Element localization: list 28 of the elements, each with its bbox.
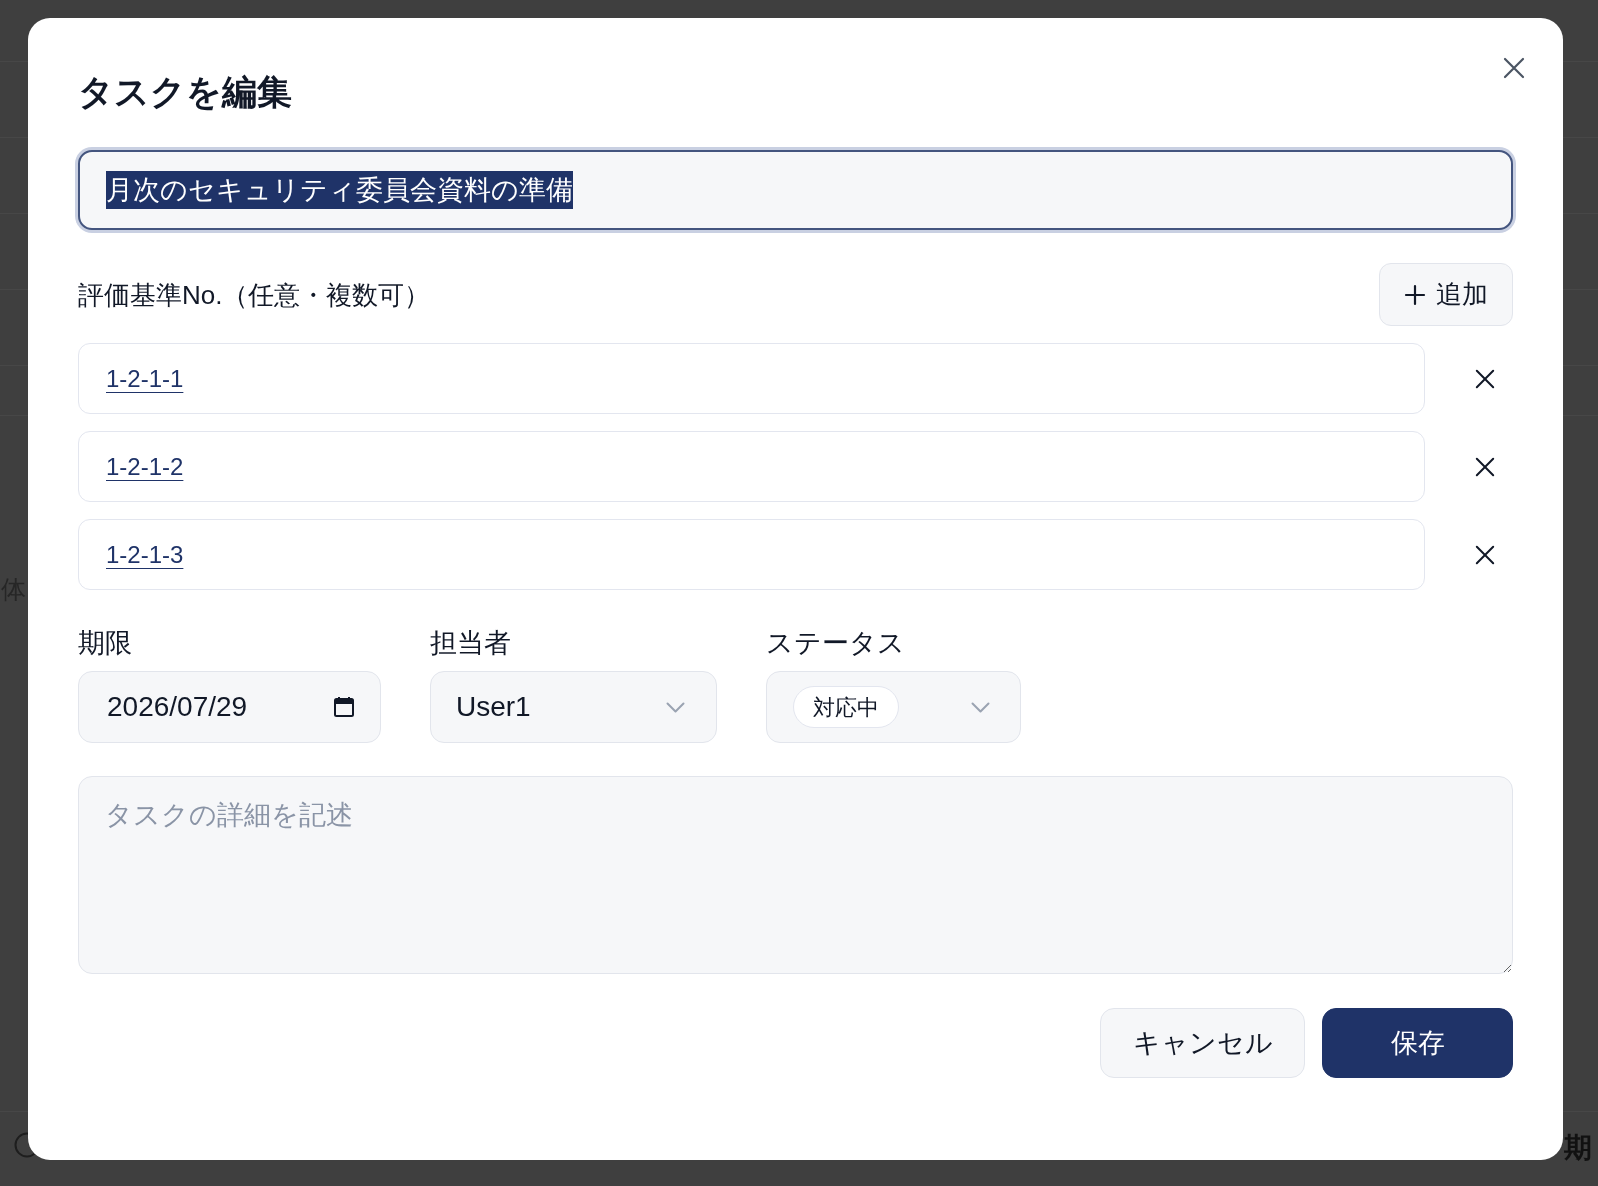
cancel-button[interactable]: キャンセル <box>1100 1008 1305 1078</box>
plus-icon <box>1404 283 1426 306</box>
dialog-title: タスクを編集 <box>78 71 292 113</box>
status-pill: 対応中 <box>793 686 899 728</box>
field-label: 期限 <box>78 627 132 660</box>
criterion-link[interactable]: 1-2-1-3 <box>106 536 184 573</box>
close-icon <box>1503 57 1525 79</box>
add-button[interactable]: 追加 <box>1379 263 1513 326</box>
calendar-icon[interactable] <box>332 695 356 719</box>
criterion-field[interactable]: 1-2-1-3 <box>78 519 1425 590</box>
date-field[interactable]: 2026/07/29 <box>78 671 381 743</box>
title-input[interactable]: 月次のセキュリティ委員会資料の準備 <box>78 150 1513 230</box>
field-label: 評価基準No.（任意・複数可） <box>78 278 431 312</box>
field-label: 担当者 <box>430 627 511 660</box>
criterion-field[interactable]: 1-2-1-2 <box>78 431 1425 502</box>
chevron-down-icon <box>971 701 990 713</box>
status-select[interactable]: 対応中 <box>766 671 1021 743</box>
close-icon <box>1475 456 1495 477</box>
close-icon <box>1475 368 1495 389</box>
criterion-link[interactable]: 1-2-1-2 <box>106 448 184 485</box>
criterion-link[interactable]: 1-2-1-1 <box>106 360 184 397</box>
save-button[interactable]: 保存 <box>1322 1008 1513 1078</box>
close-icon <box>1475 544 1495 565</box>
criterion-field[interactable]: 1-2-1-1 <box>78 343 1425 414</box>
assignee-select[interactable]: User1 <box>430 671 717 743</box>
description-field[interactable]: タスクの詳細を記述 <box>78 776 1513 974</box>
field-label: ステータス <box>766 627 905 660</box>
chevron-down-icon <box>666 701 685 713</box>
